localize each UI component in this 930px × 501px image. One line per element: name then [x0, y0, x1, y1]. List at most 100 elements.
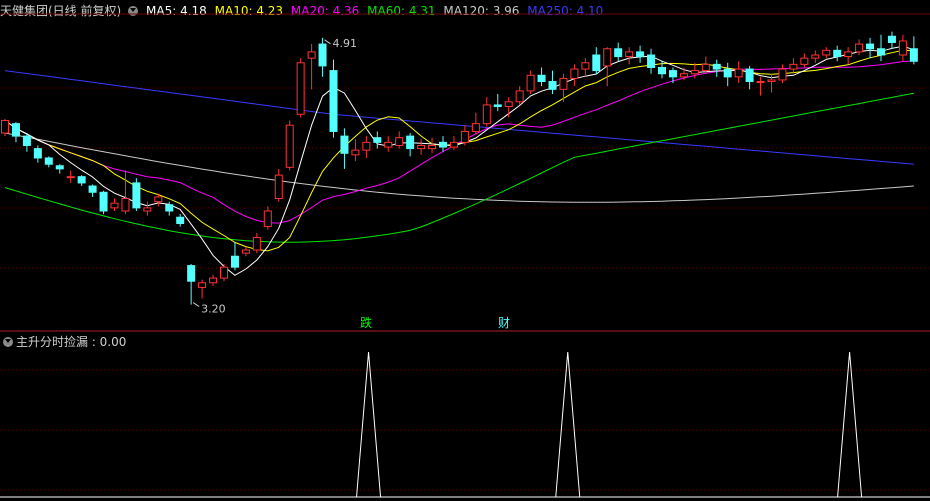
candle-body — [515, 90, 524, 103]
candle-body — [504, 101, 513, 107]
candle-body — [559, 77, 568, 90]
candle-body — [143, 207, 152, 212]
candle-body — [44, 157, 53, 165]
candle-body — [88, 185, 97, 193]
candle-body — [493, 104, 502, 107]
candle-body — [712, 63, 721, 70]
candle-body — [439, 141, 447, 148]
candle-body — [1, 120, 9, 134]
candle-body — [537, 74, 546, 83]
candle-body — [636, 51, 645, 58]
ma5-line — [4, 45, 914, 276]
candle-body — [866, 43, 875, 50]
candle-body — [668, 70, 677, 78]
candle-body — [121, 198, 130, 212]
candle-body — [822, 49, 831, 56]
candle-body — [701, 63, 710, 72]
candle-body — [581, 62, 590, 70]
candle-body — [99, 191, 108, 212]
annotation-arrow — [192, 302, 200, 308]
ma10-line — [4, 49, 914, 252]
candle-body — [176, 216, 185, 224]
candle-body — [778, 68, 787, 81]
candle-body — [570, 68, 579, 79]
candle-body — [220, 266, 228, 279]
indicator-spike — [837, 351, 863, 498]
candle-body — [263, 210, 272, 228]
candle-body — [658, 66, 666, 75]
candlestick-chart[interactable]: 4.91 3.20 跌 财 — [0, 0, 930, 501]
candle-body — [428, 144, 437, 150]
candle-body — [110, 202, 119, 209]
candle-body — [373, 137, 382, 143]
candle-body — [833, 49, 842, 58]
candle-body — [187, 265, 196, 282]
candle-body — [734, 68, 743, 78]
candle-body — [285, 124, 294, 168]
cai-marker: 财 — [498, 316, 510, 330]
candle-body — [384, 141, 393, 148]
indicator-spike — [356, 351, 382, 498]
candle-body — [449, 141, 458, 148]
candles — [1, 31, 918, 305]
indicator-spike — [555, 351, 581, 498]
ma250-line — [4, 70, 914, 165]
candle-body — [548, 81, 557, 90]
candle-body — [66, 176, 75, 179]
candle-body — [230, 255, 239, 268]
candle-body — [800, 57, 809, 65]
candle-body — [33, 148, 42, 159]
candle-body — [723, 68, 732, 78]
candle-body — [887, 35, 896, 44]
candle-body — [395, 137, 404, 146]
price-annotation: 3.20 — [201, 303, 226, 316]
candle-body — [406, 135, 415, 150]
die-marker: 跌 — [360, 315, 372, 330]
indicator-pane — [0, 351, 930, 498]
price-annotation: 4.91 — [333, 37, 358, 50]
candle-body — [811, 54, 820, 59]
candle-body — [296, 62, 305, 115]
candle-body — [362, 141, 371, 151]
candle-body — [471, 123, 480, 132]
candle-body — [198, 282, 207, 288]
candle-body — [132, 182, 141, 209]
candle-body — [898, 40, 907, 56]
candle-body — [625, 51, 634, 58]
candle-body — [482, 104, 491, 125]
candle-body — [460, 130, 469, 143]
ma60-line — [4, 92, 914, 243]
candle-body — [329, 70, 338, 132]
grid — [0, 87, 930, 491]
candle-body — [22, 135, 31, 146]
candle-body — [679, 73, 688, 78]
candle-body — [745, 68, 754, 83]
annotation-arrow — [324, 39, 331, 45]
candle-body — [165, 204, 174, 212]
candle-body — [209, 277, 218, 284]
ma-lines — [4, 45, 914, 276]
candle-body — [307, 51, 316, 59]
candle-body — [614, 48, 623, 58]
candle-body — [855, 43, 864, 53]
candle-body — [252, 237, 261, 251]
candle-body — [603, 48, 612, 67]
candle-body — [417, 144, 426, 150]
candle-body — [154, 196, 163, 203]
candle-body — [690, 70, 699, 75]
candle-body — [11, 123, 20, 137]
candle-body — [526, 74, 535, 92]
candle-body — [909, 48, 918, 62]
candle-body — [877, 48, 885, 56]
candle-body — [241, 249, 250, 254]
candle-body — [77, 176, 86, 184]
candle-body — [844, 51, 853, 58]
candle-body — [318, 43, 327, 67]
candle-body — [274, 174, 283, 200]
candle-body — [789, 63, 798, 70]
candle-body — [767, 79, 776, 83]
candle-body — [592, 54, 601, 72]
candle-body — [351, 149, 360, 156]
candle-body — [55, 165, 64, 170]
candle-body — [756, 81, 765, 84]
